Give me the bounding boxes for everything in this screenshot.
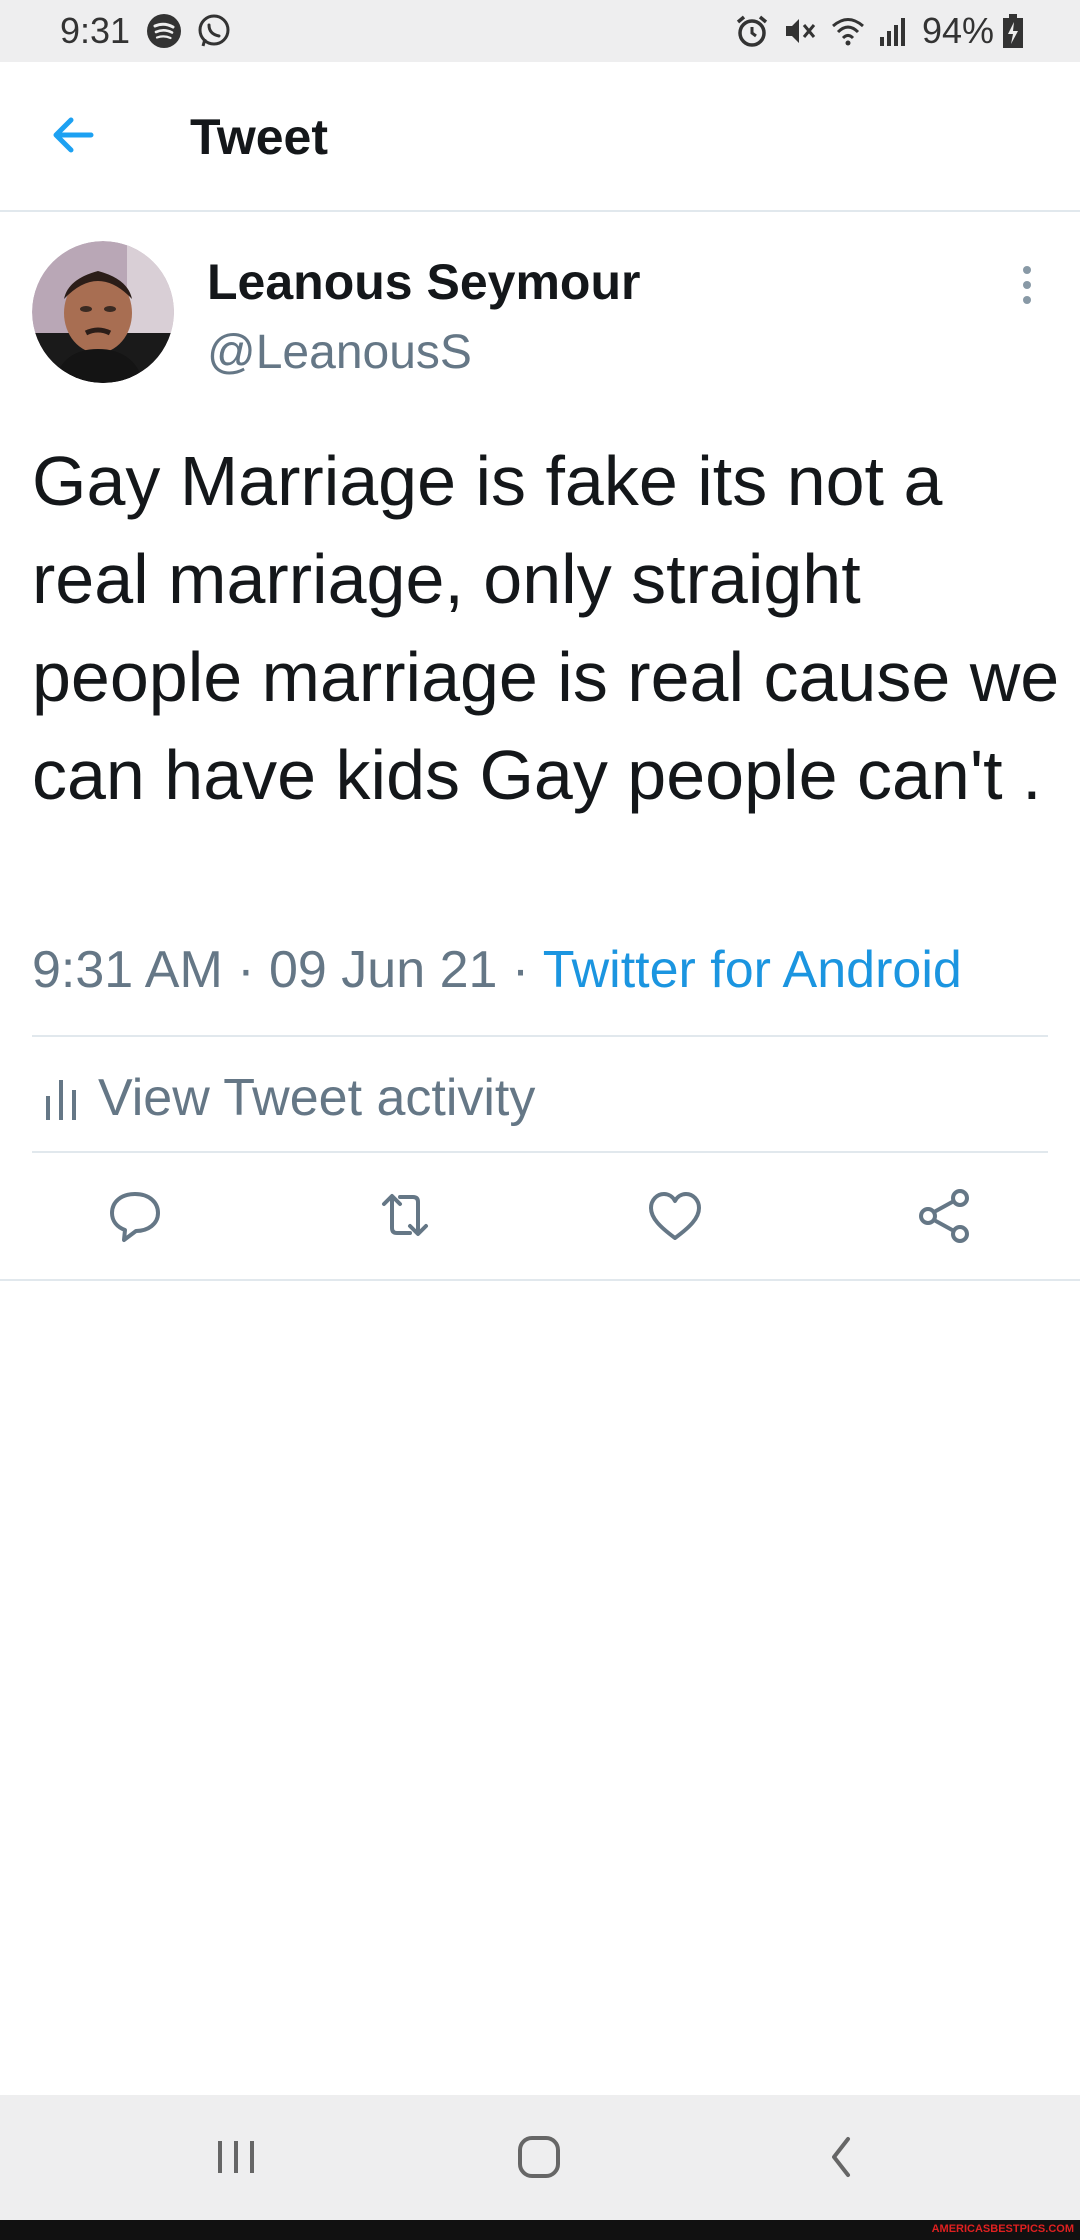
tweet-actions xyxy=(0,1180,1080,1250)
home-icon[interactable] xyxy=(499,2127,579,2187)
tweet-date: 09 Jun 21 xyxy=(269,941,498,999)
author-handle[interactable]: @LeanousS xyxy=(207,325,472,380)
tweet-source-link[interactable]: Twitter for Android xyxy=(543,941,962,999)
tweet-text: Gay Marriage is fake its not a real marr… xyxy=(32,442,1060,814)
meta-separator: · xyxy=(497,941,543,999)
page-title: Tweet xyxy=(190,109,328,165)
back-arrow-icon[interactable] xyxy=(45,107,101,163)
analytics-icon xyxy=(46,1080,76,1120)
more-options-icon[interactable] xyxy=(1012,264,1042,306)
mute-icon xyxy=(786,19,816,43)
battery-icon xyxy=(1003,14,1023,48)
whatsapp-icon xyxy=(198,14,230,47)
meta-separator: · xyxy=(222,941,270,999)
share-button[interactable] xyxy=(910,1180,980,1250)
back-icon[interactable] xyxy=(802,2127,882,2187)
alarm-icon xyxy=(736,15,768,47)
author-name[interactable]: Leanous Seymour xyxy=(207,253,640,311)
retweet-icon xyxy=(382,1194,428,1236)
like-icon xyxy=(649,1192,701,1240)
watermark: AMERICASBESTPICS.COM xyxy=(931,2223,1074,2235)
activity-label: View Tweet activity xyxy=(98,1069,536,1127)
app-bar: Tweet xyxy=(0,62,1080,212)
status-bar: 9:31 94% xyxy=(0,0,1080,62)
share-icon xyxy=(919,1189,969,1243)
retweet-button[interactable] xyxy=(370,1180,440,1250)
system-nav-bar xyxy=(0,2095,1080,2220)
watermark-strip: AMERICASBESTPICS.COM xyxy=(0,2220,1080,2240)
tweet-time: 9:31 AM xyxy=(32,941,223,999)
recent-apps-icon[interactable] xyxy=(196,2127,276,2187)
divider xyxy=(32,1151,1048,1153)
status-time: 9:31 xyxy=(60,10,131,51)
like-button[interactable] xyxy=(640,1180,710,1250)
wifi-icon xyxy=(832,18,864,46)
battery-level: 94% xyxy=(922,10,995,51)
spotify-icon xyxy=(147,14,181,48)
avatar[interactable] xyxy=(32,241,174,383)
reply-button[interactable] xyxy=(100,1180,170,1250)
reply-icon xyxy=(110,1192,160,1242)
signal-icon xyxy=(880,18,905,46)
divider xyxy=(0,1279,1080,1281)
tweet-metadata: 9:31 AM · 09 Jun 21 · Twitter for Androi… xyxy=(32,940,962,1000)
divider xyxy=(32,1035,1048,1037)
